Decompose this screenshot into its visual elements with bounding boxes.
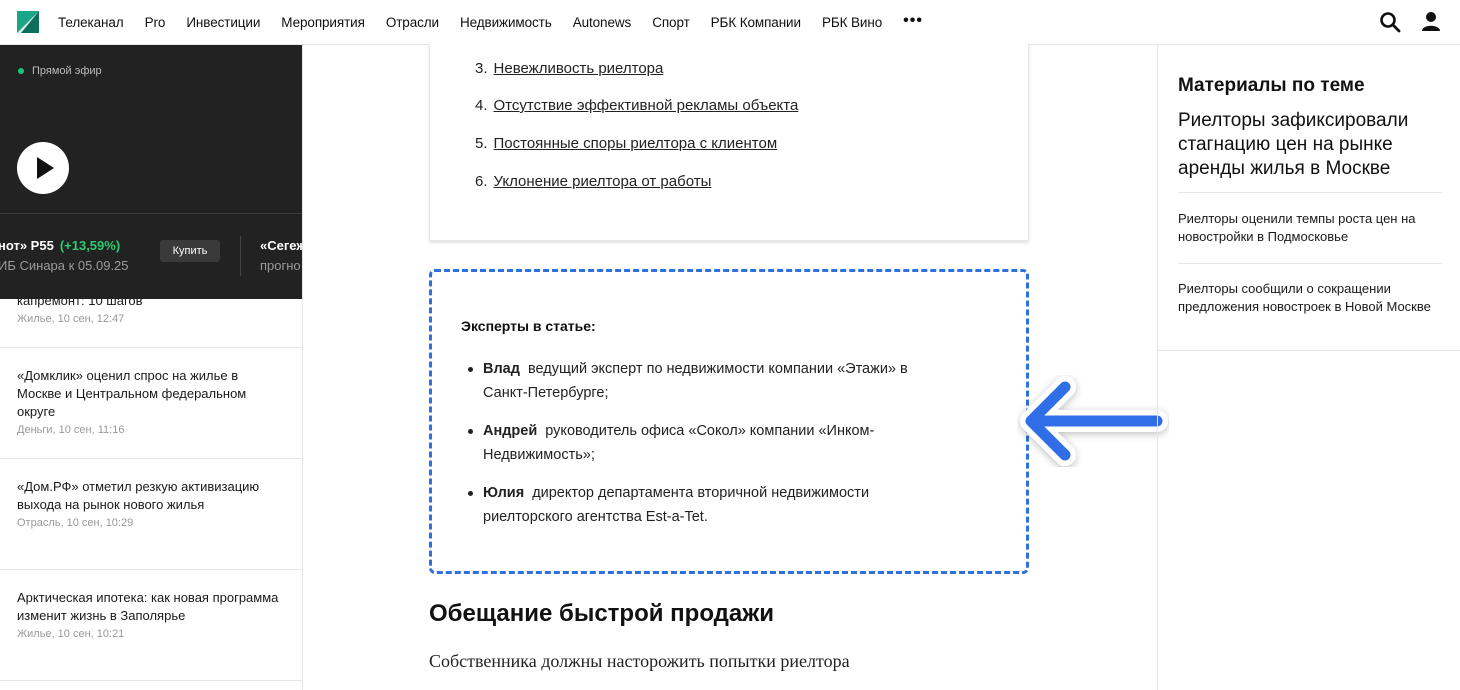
more-menu-icon[interactable]: ••• — [903, 12, 923, 30]
news-title: «Домклик» оценил спрос на жилье в Москве… — [17, 368, 247, 419]
expert-item: Влад ведущий эксперт по недвижимости комп… — [468, 357, 933, 405]
experts-box: Эксперты в статье: Влад ведущий эксперт п… — [429, 269, 1029, 574]
left-sidebar: капремонт: 10 шагов Жилье, 10 сен, 12:47… — [0, 45, 303, 690]
nav-item-industries[interactable]: Отрасли — [386, 15, 439, 30]
related-link[interactable]: Риелторы оценили темпы роста цен на ново… — [1178, 210, 1443, 246]
nav-menu: Телеканал Pro Инвестиции Мероприятия Отр… — [58, 0, 923, 45]
ticker-item[interactable]: нот» Р55 (+13,59%) — [0, 238, 120, 253]
toc-number: 4. — [475, 97, 488, 114]
section-heading: Обещание быстрой продажи — [429, 600, 775, 627]
toc-number: 5. — [475, 135, 488, 152]
rbc-logo-icon[interactable] — [17, 11, 39, 33]
ticker-change: (+13,59%) — [59, 238, 121, 253]
news-meta: Деньги, 10 сен, 11:16 — [17, 424, 125, 436]
related-main-link[interactable]: Риелторы зафиксировали стагнацию цен на … — [1178, 109, 1443, 181]
article-body: 3. Невежливость риелтора 4. Отсутствие эфф… — [304, 43, 1168, 690]
toc-item[interactable]: 4. Отсутствие эффективной рекламы объекта — [475, 97, 798, 114]
play-icon — [37, 157, 54, 179]
expert-desc: руководитель офиса «Сокол» компании «Инк… — [483, 423, 875, 463]
top-navigation: Телеканал Pro Инвестиции Мероприятия Отр… — [0, 0, 1460, 45]
news-feed: капремонт: 10 шагов Жилье, 10 сен, 12:47… — [0, 285, 302, 681]
news-item[interactable]: «Домклик» оценил спрос на жилье в Москве… — [0, 348, 302, 459]
live-dot-icon — [18, 68, 24, 74]
user-account-icon[interactable] — [1420, 10, 1442, 32]
news-item[interactable]: Арктическая ипотека: как новая программа… — [0, 570, 302, 681]
news-meta: Жилье, 10 сен, 12:47 — [17, 313, 125, 325]
ticker-item-2-subtitle: прогно — [260, 258, 301, 273]
experts-title: Эксперты в статье: — [461, 318, 596, 334]
news-item[interactable]: «Дом.РФ» отметил резкую активизацию выхо… — [0, 459, 302, 570]
nav-item-tv[interactable]: Телеканал — [58, 15, 124, 30]
nav-item-pro[interactable]: Pro — [145, 15, 166, 30]
right-sidebar: Материалы по теме Риелторы зафиксировали… — [1157, 45, 1460, 690]
divider — [1178, 263, 1442, 264]
toc-number: 6. — [475, 173, 488, 190]
nav-item-events[interactable]: Мероприятия — [281, 15, 365, 30]
expert-desc: ведущий эксперт по недвижимости компании… — [483, 361, 908, 401]
expert-name: Андрей — [483, 423, 538, 439]
news-title: «Дом.РФ» отметил резкую активизацию выхо… — [17, 479, 260, 512]
nav-item-sport[interactable]: Спорт — [652, 15, 690, 30]
toc-link[interactable]: Уклонение риелтора от работы — [494, 173, 712, 190]
expert-item: Юлия директор департамента вторичной недв… — [468, 481, 933, 529]
toc-link[interactable]: Постоянные споры риелтора с клиентом — [494, 135, 778, 152]
table-of-contents: 3. Невежливость риелтора 4. Отсутствие эфф… — [429, 43, 1029, 241]
toc-item[interactable]: 5. Постоянные споры риелтора с клиентом — [475, 135, 777, 152]
toc-link[interactable]: Отсутствие эффективной рекламы объекта — [494, 97, 799, 114]
arrow-left-icon — [1020, 376, 1168, 466]
expert-item: Андрей руководитель офиса «Сокол» компани… — [468, 419, 933, 467]
live-video-player[interactable]: Прямой эфир нот» Р55 (+13,59%) ИБ Синара … — [0, 45, 302, 299]
news-meta: Жилье, 10 сен, 10:21 — [17, 628, 125, 640]
news-meta: Отрасль, 10 сен, 10:29 — [17, 517, 134, 529]
search-icon[interactable] — [1379, 11, 1401, 33]
expert-name: Юлия — [483, 485, 525, 501]
live-label: Прямой эфир — [32, 65, 102, 77]
nav-item-investments[interactable]: Инвестиции — [186, 15, 260, 30]
ticker-name: нот» Р55 — [0, 238, 54, 253]
nav-item-companies[interactable]: РБК Компании — [711, 15, 801, 30]
divider — [1178, 192, 1442, 193]
nav-item-wine[interactable]: РБК Вино — [822, 15, 882, 30]
news-title: Арктическая ипотека: как новая программа… — [17, 590, 279, 623]
live-indicator: Прямой эфир — [18, 65, 102, 77]
ticker-subtitle: ИБ Синара к 05.09.25 — [0, 258, 129, 273]
related-link[interactable]: Риелторы сообщили о сокращении предложен… — [1178, 280, 1443, 316]
quote-ticker: нот» Р55 (+13,59%) ИБ Синара к 05.09.25 К… — [0, 213, 302, 299]
toc-number: 3. — [475, 60, 488, 77]
ticker-divider — [240, 236, 241, 276]
expert-desc: директор департамента вторичной недвижим… — [483, 485, 870, 525]
expert-name: Влад — [483, 361, 520, 377]
nav-item-autonews[interactable]: Autonews — [573, 15, 632, 30]
buy-button[interactable]: Купить — [160, 240, 220, 262]
nav-item-realty[interactable]: Недвижимость — [460, 15, 552, 30]
related-heading: Материалы по теме — [1178, 75, 1365, 96]
divider — [1158, 350, 1460, 351]
toc-item[interactable]: 6. Уклонение риелтора от работы — [475, 173, 711, 190]
ticker-item-2-name[interactable]: «Сегеж — [260, 238, 302, 253]
article-paragraph: Собственника должны насторожить попытки … — [429, 651, 850, 671]
toc-item[interactable]: 3. Невежливость риелтора — [475, 60, 663, 77]
toc-link[interactable]: Невежливость риелтора — [494, 60, 664, 77]
play-button[interactable] — [17, 142, 69, 194]
